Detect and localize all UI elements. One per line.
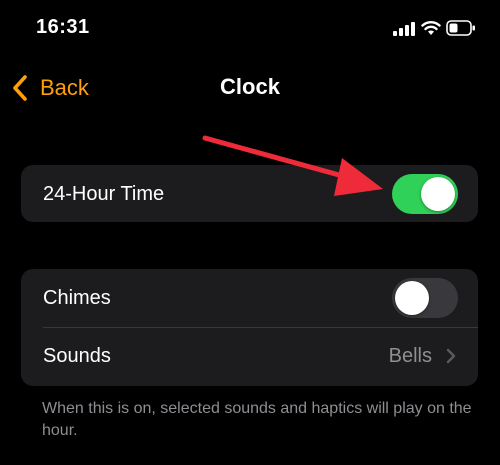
row-chimes: Chimes xyxy=(21,269,478,328)
wifi-icon xyxy=(421,21,441,35)
sounds-value: Bells xyxy=(388,344,432,367)
row-label-24-hour-time: 24-Hour Time xyxy=(43,182,165,205)
page-title: Clock xyxy=(220,74,280,99)
row-24-hour-time: 24-Hour Time xyxy=(21,165,478,222)
toggle-knob xyxy=(421,177,455,211)
chimes-card: Chimes Sounds Bells xyxy=(21,269,478,386)
row-sounds[interactable]: Sounds Bells xyxy=(21,327,478,385)
chevron-right-icon xyxy=(446,348,456,364)
status-bar: 16:31 xyxy=(0,0,500,60)
battery-icon xyxy=(446,20,475,36)
toggle-chimes[interactable] xyxy=(392,278,458,318)
row-label-sounds: Sounds xyxy=(43,344,111,367)
signal-icon xyxy=(393,22,415,36)
toggle-knob xyxy=(395,281,429,315)
time-format-card: 24-Hour Time xyxy=(21,165,478,222)
toggle-24-hour-time[interactable] xyxy=(392,174,458,214)
chimes-footer-note: When this is on, selected sounds and hap… xyxy=(42,400,472,439)
status-time: 16:31 xyxy=(36,16,90,38)
row-label-chimes: Chimes xyxy=(43,286,111,309)
